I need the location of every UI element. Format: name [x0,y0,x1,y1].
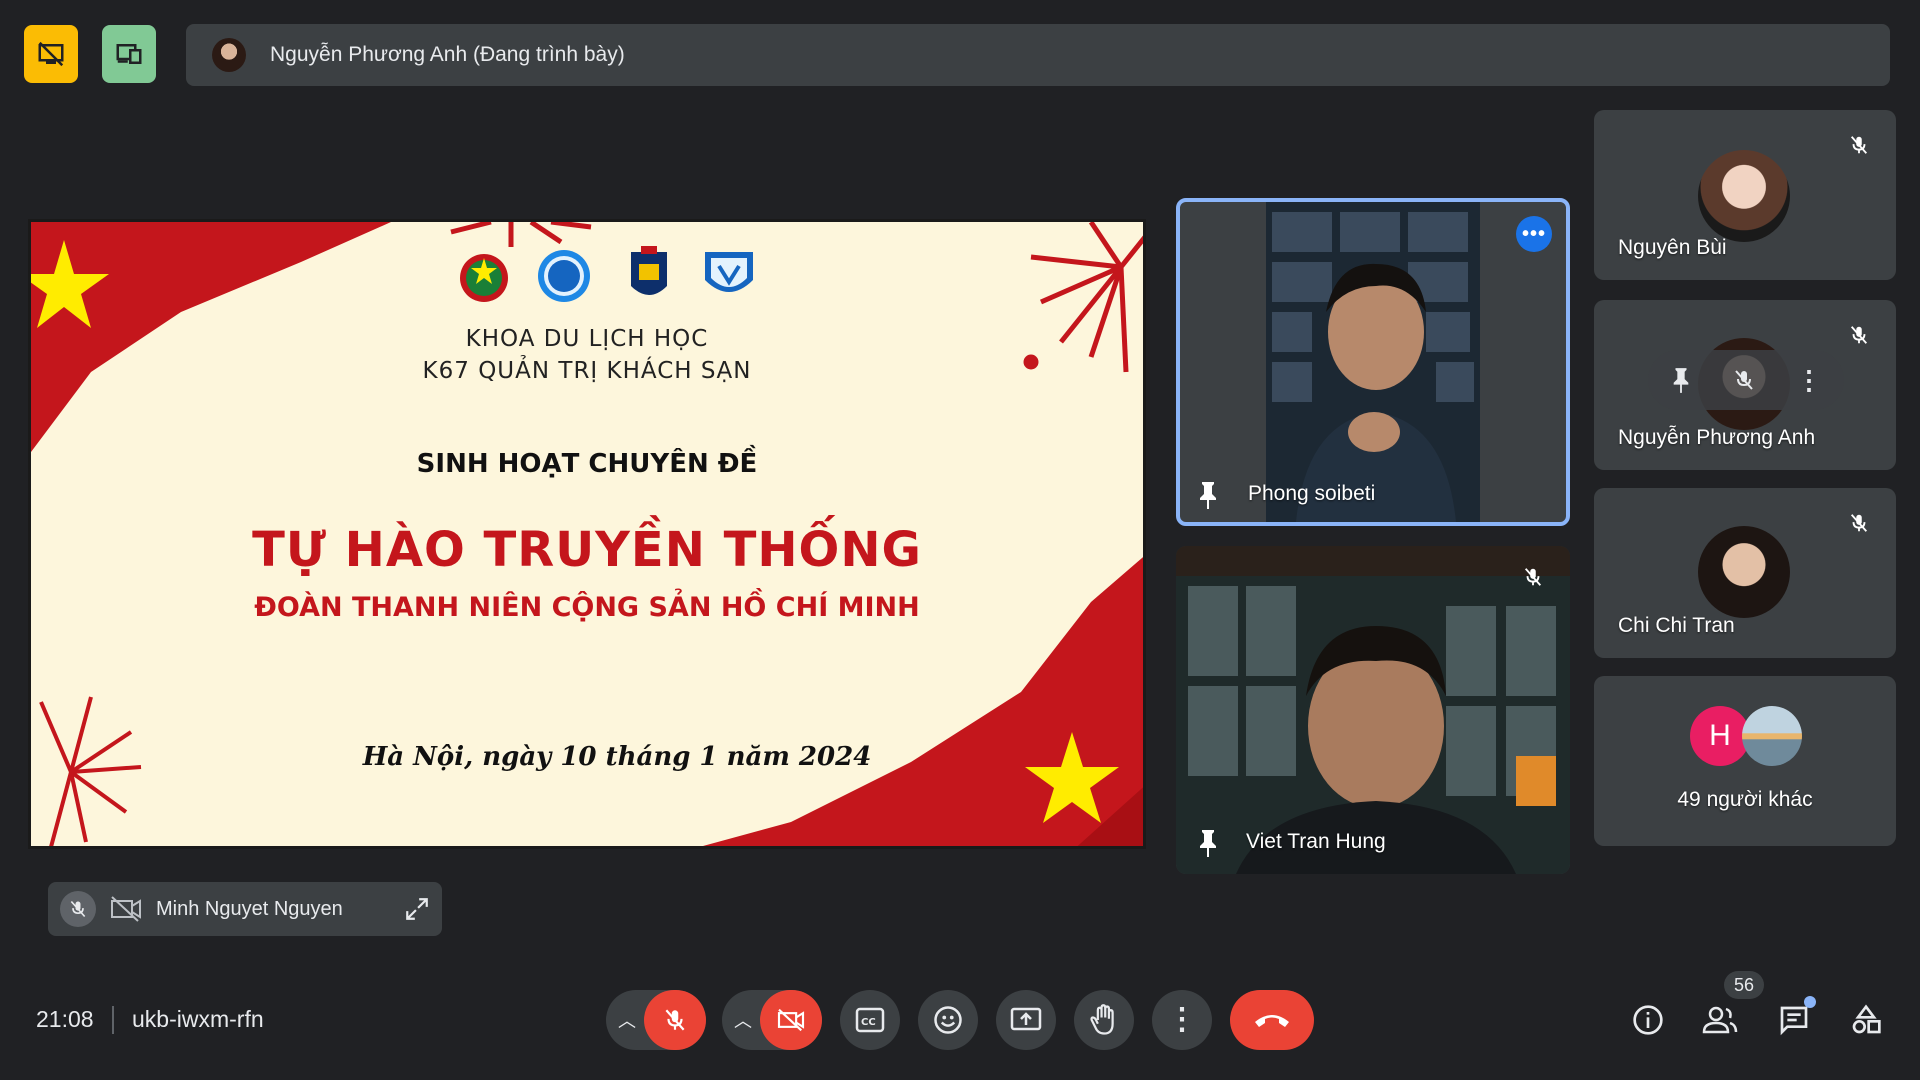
meeting-details-button[interactable] [1630,1002,1666,1038]
stop-presenting-button[interactable] [24,25,78,83]
emoji-icon [934,1006,962,1034]
svg-text:CC: CC [861,1017,876,1028]
pin-icon[interactable] [1196,480,1220,510]
pin-icon[interactable] [1196,828,1220,858]
raise-hand-icon [1090,1004,1114,1035]
tile-hover-controls: ⋮ [1648,350,1844,410]
mic-off-indicator [1844,508,1874,538]
participant-name: Viet Tran Hung [1246,830,1386,853]
participant-tile-viet[interactable]: Viet Tran Hung [1176,546,1570,874]
slide-firework-top-center [450,222,592,247]
people-button[interactable] [1702,1002,1738,1038]
participant-tile-nguyen-bui[interactable]: Nguyên Bùi [1594,110,1896,280]
stop-presenting-icon [38,41,64,67]
doan-thanh-nien-logo [460,254,508,302]
slide-event: SINH HOẠT CHUYÊN ĐỀ [416,449,758,479]
avatar [1742,706,1802,766]
others-tile[interactable]: H 49 người khác [1594,676,1896,846]
presenter-avatar [212,38,246,72]
activities-button[interactable] [1848,1002,1884,1038]
people-icon [1702,1006,1738,1034]
faculty-logo [705,252,753,292]
presenter-label: Nguyễn Phương Anh (Đang trình bày) [270,43,625,66]
camera-toggle-button[interactable] [760,990,822,1050]
self-name: Minh Nguyet Nguyen [156,897,343,920]
reactions-button[interactable] [918,990,978,1050]
mic-off-icon [1524,568,1542,586]
raise-hand-button[interactable] [1074,990,1134,1050]
mic-off-icon[interactable] [1732,368,1756,392]
slide-title: TỰ HÀO TRUYỀN THỐNG [252,522,922,578]
activities-shapes-icon [1852,1004,1881,1034]
present-screen-icon [1010,1007,1042,1031]
mic-off-icon [70,900,86,918]
devices-layout-icon [116,44,142,64]
presenter-banner: Nguyễn Phương Anh (Đang trình bày) [186,24,1890,86]
chevron-up-icon[interactable]: ︿ [734,1007,752,1033]
captions-button[interactable]: CC [840,990,900,1050]
camera-off-icon [777,1008,805,1032]
slide-subtitle: ĐOÀN THANH NIÊN CỘNG SẢN HỒ CHÍ MINH [254,592,920,623]
pin-icon[interactable] [1670,366,1692,394]
participant-name: Nguyên Bùi [1618,236,1727,259]
phong-video [1266,202,1480,522]
university-logo [631,246,667,295]
leave-call-button[interactable] [1230,990,1314,1050]
presentation-slide: KHOA DU LỊCH HỌC K67 QUẢN TRỊ KHÁCH SẠN … [28,219,1146,849]
participants-count-badge: 56 [1724,971,1764,999]
avatar-initial: H [1690,706,1750,766]
slide-faculty: KHOA DU LỊCH HỌC [465,326,709,352]
participant-tile-phong[interactable]: ••• Phong soibeti [1176,198,1570,526]
chat-notification-dot [1804,996,1816,1008]
more-options-icon: ••• [1521,223,1546,245]
more-vert-icon: ⋮ [1167,1003,1197,1036]
camera-control-group[interactable]: ︿ [722,990,822,1050]
clock: 21:08 [36,1006,94,1032]
mic-off-indicator [1518,562,1548,592]
more-vert-icon[interactable]: ⋮ [1796,367,1822,393]
hoi-sinh-vien-logo [538,250,590,302]
hang-up-icon [1255,1015,1289,1027]
avatar [1698,526,1790,618]
mic-off-icon [1850,326,1868,344]
closed-captions-icon: CC [855,1007,885,1033]
divider [112,1006,114,1034]
mic-toggle-button[interactable] [644,990,706,1050]
participant-name: Nguyễn Phương Anh [1618,426,1816,449]
meeting-code: ukb-iwxm-rfn [132,1006,264,1032]
others-count-label: 49 người khác [1677,788,1813,811]
chat-button[interactable] [1776,996,1816,1038]
layout-button[interactable] [102,25,156,83]
mic-off-icon [665,1009,685,1031]
mic-off-indicator [1844,130,1874,160]
tile-more-button[interactable]: ••• [1516,216,1552,252]
more-options-button[interactable]: ⋮ [1152,990,1212,1050]
self-mic-status[interactable] [60,891,96,927]
mic-off-icon [1850,514,1868,532]
mic-off-icon [1850,136,1868,154]
slide-date: Hà Nội, ngày 10 tháng 1 năm 2024 [362,742,872,772]
camera-off-icon [111,896,141,922]
slide-firework-bottom-left [39,696,142,846]
chat-icon [1780,1006,1808,1036]
viet-video [1176,546,1570,874]
info-icon [1633,1005,1663,1035]
expand-icon[interactable] [404,896,430,922]
participant-name: Chi Chi Tran [1618,614,1735,637]
chevron-up-icon[interactable]: ︿ [618,1007,636,1033]
mic-off-indicator [1844,320,1874,350]
participant-tile-nguyen-phuong-anh[interactable]: ⋮ Nguyễn Phương Anh [1594,300,1896,470]
participant-tile-chi-chi-tran[interactable]: Chi Chi Tran [1594,488,1896,658]
present-button[interactable] [996,990,1056,1050]
participant-name: Phong soibeti [1248,482,1376,505]
avatar [1698,150,1790,242]
slide-class: K67 QUẢN TRỊ KHÁCH SẠN [422,358,752,384]
mic-control-group[interactable]: ︿ [606,990,706,1050]
self-view-chip[interactable]: Minh Nguyet Nguyen [48,882,442,936]
